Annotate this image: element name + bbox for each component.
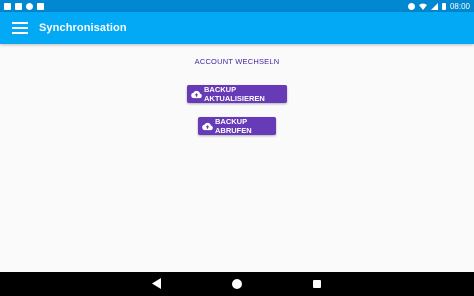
battery-icon xyxy=(441,2,446,10)
app-bar: Synchronisation xyxy=(0,12,474,44)
page-title: Synchronisation xyxy=(39,22,127,34)
wifi-icon xyxy=(418,3,427,10)
sync-icon xyxy=(26,2,33,10)
update-backup-button[interactable]: BACKUP AKTUALISIEREN xyxy=(187,85,287,103)
navigation-bar xyxy=(0,272,474,296)
sd-card-icon xyxy=(37,2,44,10)
signal-icon xyxy=(430,2,438,10)
mail-icon xyxy=(4,2,11,10)
cloud-upload-icon xyxy=(191,90,202,98)
update-backup-label: BACKUP AKTUALISIEREN xyxy=(204,85,265,103)
fetch-backup-button[interactable]: BACKUP ABRUFEN xyxy=(198,117,276,135)
status-bar-notifications xyxy=(4,2,44,10)
fetch-backup-label: BACKUP ABRUFEN xyxy=(215,117,252,135)
switch-account-button[interactable]: ACCOUNT WECHSELN xyxy=(0,57,474,66)
back-icon[interactable] xyxy=(152,278,161,289)
cloud-upload-icon xyxy=(202,122,213,130)
status-bar-system: 08:00 xyxy=(407,1,470,11)
home-icon[interactable] xyxy=(232,279,242,289)
recents-icon[interactable] xyxy=(313,280,321,288)
location-icon xyxy=(407,2,415,10)
menu-icon[interactable] xyxy=(12,22,28,34)
status-bar: 08:00 xyxy=(0,0,474,12)
message-icon xyxy=(15,2,22,10)
status-time: 08:00 xyxy=(449,1,470,11)
main-content: ACCOUNT WECHSELN BACKUP AKTUALISIEREN BA… xyxy=(0,44,474,272)
